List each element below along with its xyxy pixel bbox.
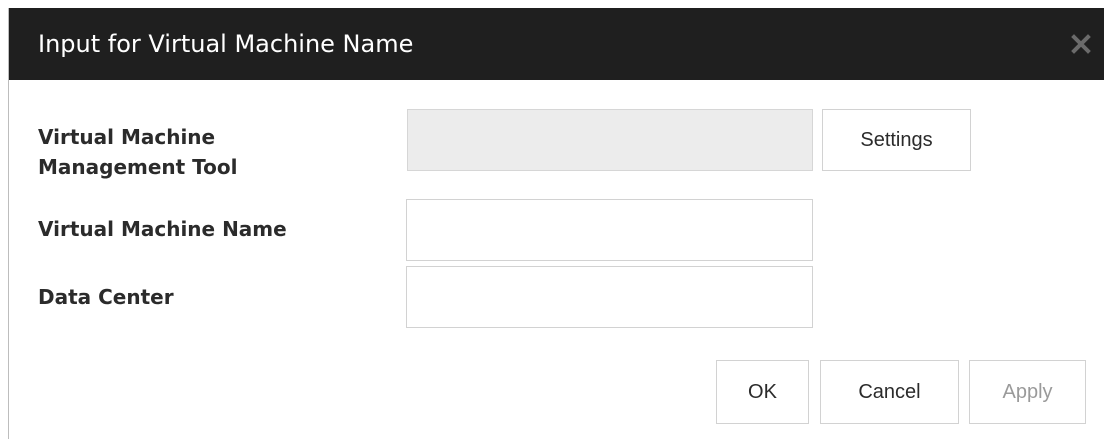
data-center-input[interactable] <box>406 266 813 328</box>
vm-tool-label-line2: Management Tool <box>38 155 238 179</box>
vm-tool-label: Virtual Machine Management Tool <box>38 122 238 182</box>
ok-button[interactable]: OK <box>716 360 809 424</box>
close-icon[interactable] <box>1067 30 1095 58</box>
dialog-titlebar: Input for Virtual Machine Name <box>9 8 1104 80</box>
vm-tool-label-line1: Virtual Machine <box>38 125 216 149</box>
data-center-label: Data Center <box>38 285 174 309</box>
vm-name-dialog: Input for Virtual Machine Name Virtual M… <box>8 8 1104 439</box>
apply-button[interactable]: Apply <box>969 360 1086 424</box>
cancel-button[interactable]: Cancel <box>820 360 959 424</box>
vm-name-input[interactable] <box>406 199 813 261</box>
dialog-title: Input for Virtual Machine Name <box>38 30 414 58</box>
vm-name-label: Virtual Machine Name <box>38 217 287 241</box>
vm-tool-field <box>407 109 813 171</box>
settings-button[interactable]: Settings <box>822 109 971 171</box>
